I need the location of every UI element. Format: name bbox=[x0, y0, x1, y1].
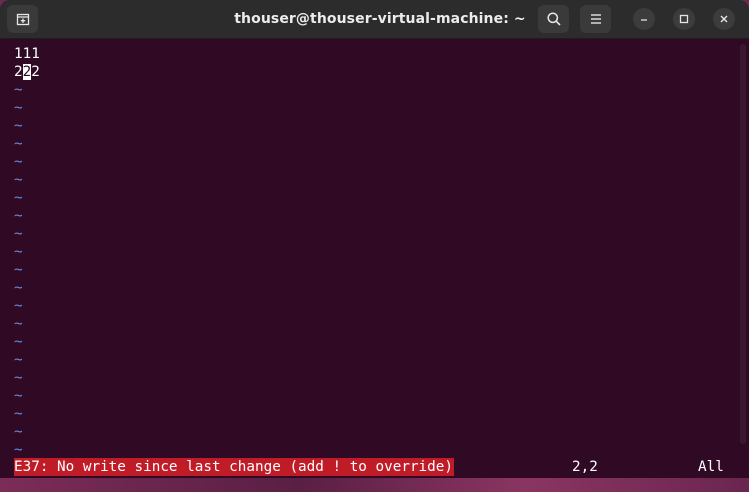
close-icon bbox=[720, 15, 728, 23]
empty-line-tilde: ~ bbox=[14, 154, 23, 170]
empty-line-tilde: ~ bbox=[14, 100, 23, 116]
empty-line-tilde: ~ bbox=[14, 298, 23, 314]
menu-button[interactable] bbox=[580, 5, 611, 33]
cursor: 2 bbox=[22, 64, 32, 80]
empty-line-tilde: ~ bbox=[14, 244, 23, 260]
empty-line-tilde: ~ bbox=[14, 370, 23, 386]
buffer-line-1: 111 bbox=[14, 46, 40, 62]
terminal-window: thouser@thouser-virtual-machine: ~ 111 2… bbox=[0, 0, 749, 478]
line-2-text-before: 2 bbox=[14, 64, 23, 80]
empty-line-tilde: ~ bbox=[14, 406, 23, 422]
minimize-button[interactable] bbox=[633, 8, 655, 30]
line-2-text-after: 2 bbox=[31, 64, 40, 80]
terminal-area[interactable]: 111 222 ~ ~ ~ ~ ~ ~ ~ ~ ~ ~ ~ ~ ~ ~ ~ ~ … bbox=[14, 45, 736, 477]
window-title: thouser@thouser-virtual-machine: ~ bbox=[234, 11, 526, 27]
empty-line-tilde: ~ bbox=[14, 82, 23, 98]
new-tab-button[interactable] bbox=[7, 5, 38, 33]
scroll-indicator: All bbox=[698, 459, 724, 475]
empty-line-tilde: ~ bbox=[14, 352, 23, 368]
titlebar: thouser@thouser-virtual-machine: ~ bbox=[0, 0, 749, 39]
empty-line-tilde: ~ bbox=[14, 316, 23, 332]
empty-line-tilde: ~ bbox=[14, 388, 23, 404]
new-tab-icon bbox=[16, 13, 29, 26]
empty-line-tilde: ~ bbox=[14, 226, 23, 242]
close-button[interactable] bbox=[713, 8, 735, 30]
empty-line-tilde: ~ bbox=[14, 172, 23, 188]
cursor-position: 2,2 bbox=[572, 459, 598, 475]
empty-line-tilde: ~ bbox=[14, 280, 23, 296]
empty-line-tilde: ~ bbox=[14, 208, 23, 224]
maximize-button[interactable] bbox=[673, 8, 695, 30]
scrollbar[interactable] bbox=[740, 44, 746, 444]
empty-line-tilde: ~ bbox=[14, 136, 23, 152]
search-icon bbox=[546, 12, 561, 26]
empty-line-tilde: ~ bbox=[14, 442, 23, 458]
empty-line-tilde: ~ bbox=[14, 190, 23, 206]
empty-line-tilde: ~ bbox=[14, 118, 23, 134]
buffer-line-2: 222 bbox=[14, 63, 40, 81]
error-message: E37: No write since last change (add ! t… bbox=[14, 458, 454, 476]
search-button[interactable] bbox=[538, 5, 569, 33]
minimize-icon bbox=[641, 19, 647, 21]
hamburger-menu-icon bbox=[590, 14, 601, 24]
empty-line-tilde: ~ bbox=[14, 334, 23, 350]
empty-line-tilde: ~ bbox=[14, 262, 23, 278]
maximize-icon bbox=[679, 14, 689, 24]
desktop-background bbox=[0, 478, 749, 492]
empty-line-tilde: ~ bbox=[14, 424, 23, 440]
